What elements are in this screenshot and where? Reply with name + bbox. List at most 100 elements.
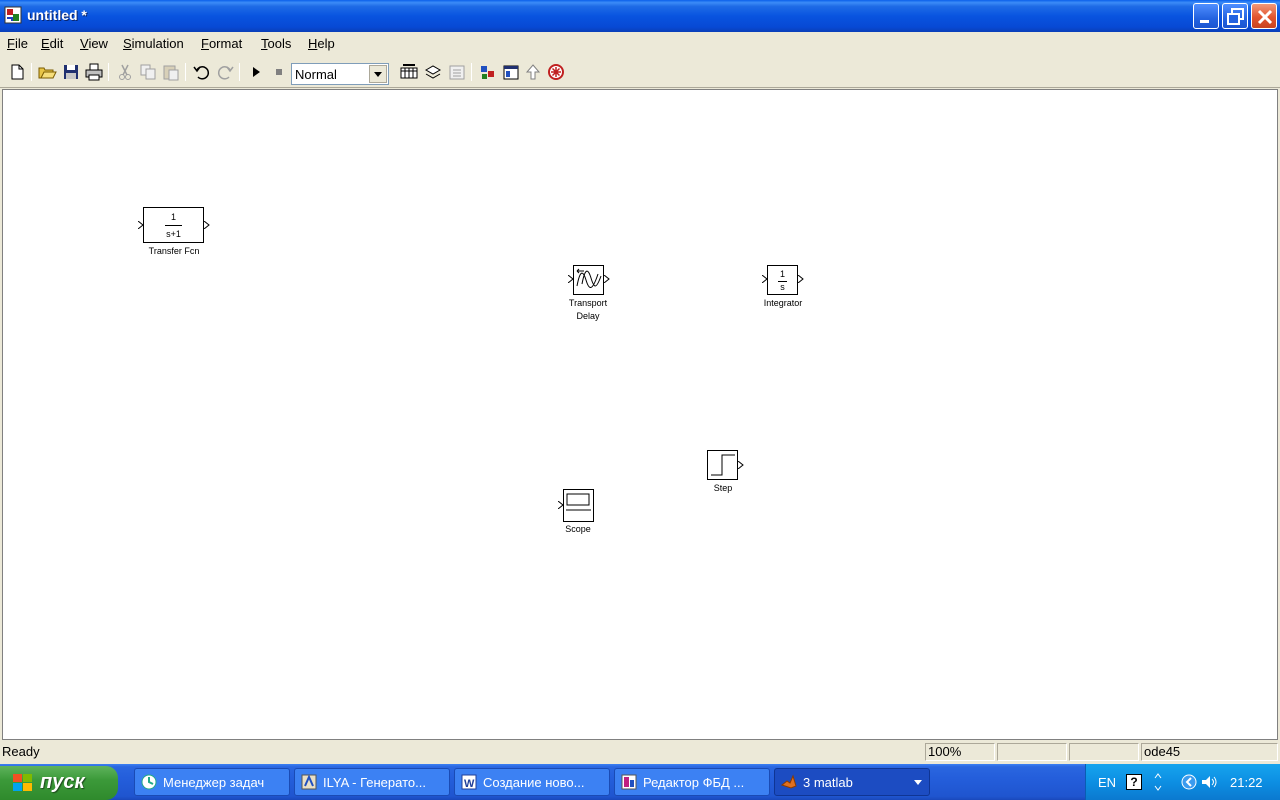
volume-icon[interactable] bbox=[1200, 774, 1218, 790]
task-task-manager[interactable]: Менеджер задач bbox=[134, 768, 290, 796]
minimize-button[interactable] bbox=[1193, 3, 1219, 29]
transfer-fcn-block[interactable]: 1 s+1 bbox=[143, 207, 204, 243]
task-ilya-generator[interactable]: ILYA - Генерато... bbox=[294, 768, 450, 796]
show-hidden-icons-icon[interactable] bbox=[1181, 774, 1197, 790]
status-bar: Ready 100% ode45 bbox=[0, 742, 1280, 762]
build-subsystem-button[interactable] bbox=[447, 62, 467, 82]
restore-icon bbox=[1227, 8, 1244, 25]
step-block[interactable] bbox=[707, 450, 738, 480]
matlab-icon bbox=[781, 774, 797, 789]
cut-button[interactable] bbox=[115, 62, 135, 82]
solver-name: ode45 bbox=[1141, 743, 1278, 761]
paste-icon bbox=[163, 65, 179, 81]
transport-delay-label-line1[interactable]: Transport bbox=[548, 297, 628, 310]
stop-simulation-button[interactable] bbox=[269, 62, 289, 82]
integrator-numerator: 1 bbox=[779, 269, 785, 279]
window-title: untitled * bbox=[27, 7, 87, 23]
open-button[interactable] bbox=[37, 62, 57, 82]
integrator-denominator: s bbox=[780, 282, 785, 292]
transfer-fcn-label[interactable]: Transfer Fcn bbox=[134, 245, 214, 258]
simulink-window: untitled * File Edit View Simulation For… bbox=[0, 0, 1280, 800]
chevron-down-icon[interactable] bbox=[369, 65, 387, 83]
stop-icon bbox=[276, 69, 282, 75]
task-label: Менеджер задач bbox=[163, 775, 265, 790]
status-cell-3 bbox=[1069, 743, 1139, 761]
redo-button[interactable] bbox=[215, 62, 235, 82]
model-canvas[interactable]: 1 s+1 Transfer Fcn Transport Delay 1 s I… bbox=[2, 89, 1278, 740]
menu-tools[interactable]: Tools bbox=[261, 36, 291, 51]
scissors-icon bbox=[119, 64, 131, 80]
undo-icon bbox=[193, 66, 210, 80]
simulation-mode-value: Normal bbox=[295, 67, 337, 82]
menu-file[interactable]: File bbox=[7, 36, 28, 51]
new-model-button[interactable] bbox=[7, 62, 27, 82]
menu-edit[interactable]: Edit bbox=[41, 36, 63, 51]
simulation-mode-select[interactable]: Normal bbox=[291, 63, 389, 85]
start-button[interactable]: пуск bbox=[0, 766, 118, 800]
close-icon bbox=[1257, 9, 1273, 25]
menu-format[interactable]: Format bbox=[201, 36, 242, 51]
build-button[interactable] bbox=[399, 62, 419, 82]
arrow-up-icon bbox=[525, 64, 541, 80]
library-browser-button[interactable] bbox=[478, 62, 498, 82]
task-fbd-editor[interactable]: Редактор ФБД ... bbox=[614, 768, 770, 796]
menu-simulation[interactable]: Simulation bbox=[123, 36, 184, 51]
scope-icon bbox=[566, 493, 591, 511]
new-file-icon bbox=[11, 64, 24, 80]
integrator-block[interactable]: 1 s bbox=[767, 265, 798, 295]
model-browser-button[interactable] bbox=[501, 62, 521, 82]
step-icon bbox=[711, 454, 735, 476]
chevron-down-icon bbox=[914, 780, 922, 785]
help-icon[interactable]: ? bbox=[1126, 774, 1142, 790]
clock[interactable]: 21:22 bbox=[1230, 775, 1263, 790]
system-tray: EN ? 21:22 bbox=[1085, 764, 1280, 800]
transport-delay-block[interactable] bbox=[573, 265, 604, 295]
copy-icon bbox=[140, 64, 156, 80]
simulink-app-icon bbox=[4, 6, 22, 24]
menu-help[interactable]: Help bbox=[308, 36, 335, 51]
maximize-button[interactable] bbox=[1222, 3, 1248, 29]
step-label[interactable]: Step bbox=[683, 482, 763, 495]
open-folder-icon bbox=[38, 67, 57, 79]
transport-delay-label-line2[interactable]: Delay bbox=[548, 310, 628, 323]
paste-button[interactable] bbox=[161, 62, 181, 82]
printer-icon bbox=[85, 63, 103, 81]
scope-label[interactable]: Scope bbox=[538, 523, 618, 536]
scope-block[interactable] bbox=[563, 489, 594, 522]
update-diagram-button[interactable] bbox=[423, 62, 443, 82]
task-matlab-group[interactable]: 3 matlab bbox=[774, 768, 930, 796]
title-bar[interactable]: untitled * bbox=[0, 0, 1280, 32]
redo-icon bbox=[217, 66, 234, 80]
print-button[interactable] bbox=[84, 62, 104, 82]
integrator-output-port[interactable] bbox=[798, 275, 804, 283]
windows-logo-icon bbox=[13, 774, 32, 791]
update-icon bbox=[424, 65, 442, 79]
close-button[interactable] bbox=[1251, 3, 1277, 29]
transfer-fcn-output-port[interactable] bbox=[204, 221, 210, 229]
transport-delay-output-port[interactable] bbox=[604, 275, 610, 283]
transfer-fcn-denominator: s+1 bbox=[166, 229, 181, 239]
status-cell-2 bbox=[997, 743, 1067, 761]
language-indicator[interactable]: EN bbox=[1098, 775, 1116, 790]
taskbar: пуск Менеджер задач ILYA - Генерато... W… bbox=[0, 764, 1280, 800]
build-icon bbox=[400, 64, 418, 79]
undo-button[interactable] bbox=[192, 62, 212, 82]
save-icon bbox=[64, 65, 78, 79]
toolbar bbox=[0, 58, 1280, 88]
start-simulation-button[interactable] bbox=[246, 62, 266, 82]
library-browser-icon bbox=[481, 66, 494, 79]
debug-button[interactable] bbox=[546, 62, 566, 82]
menu-view[interactable]: View bbox=[80, 36, 108, 51]
transport-delay-icon bbox=[576, 268, 602, 288]
tray-arrows-icon[interactable] bbox=[1153, 772, 1163, 792]
zoom-level: 100% bbox=[925, 743, 995, 761]
subsystem-icon bbox=[449, 65, 465, 80]
fbd-editor-icon bbox=[621, 774, 637, 790]
copy-button[interactable] bbox=[138, 62, 158, 82]
task-word-document[interactable]: W Создание ново... bbox=[454, 768, 610, 796]
integrator-label[interactable]: Integrator bbox=[743, 297, 823, 310]
task-manager-icon bbox=[141, 774, 157, 790]
go-to-parent-button[interactable] bbox=[523, 62, 543, 82]
step-output-port[interactable] bbox=[738, 461, 744, 469]
save-button[interactable] bbox=[61, 62, 81, 82]
